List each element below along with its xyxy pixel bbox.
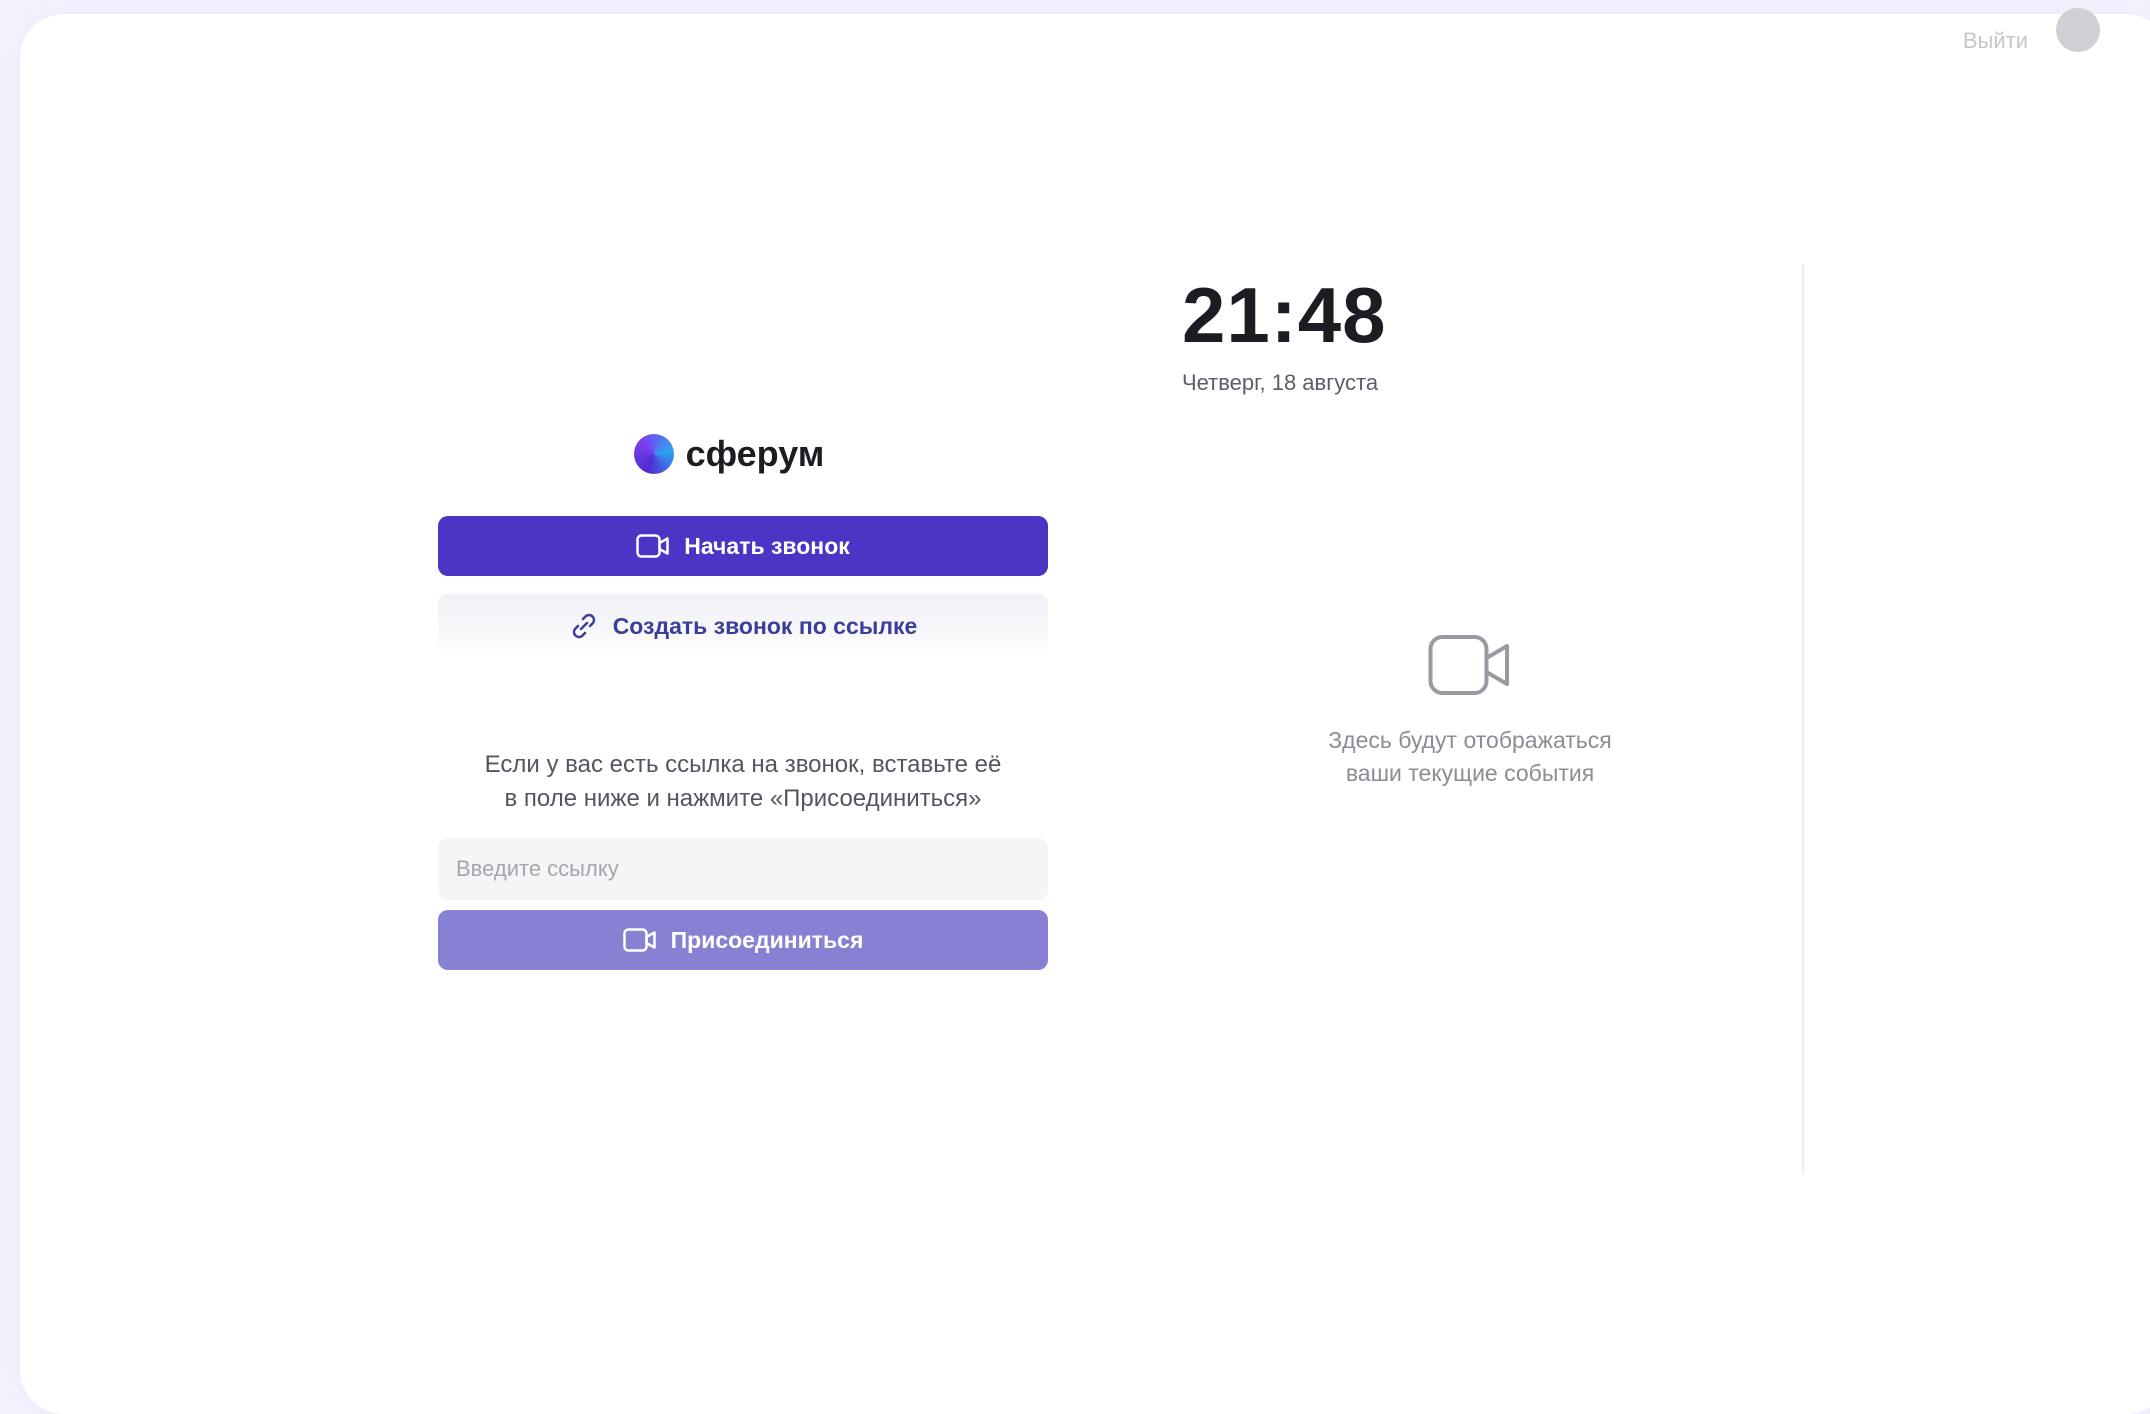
video-camera-icon bbox=[1280, 634, 1660, 696]
start-call-button[interactable]: Начать звонок bbox=[438, 516, 1048, 576]
video-camera-icon bbox=[622, 928, 657, 952]
create-link-call-button[interactable]: Создать звонок по ссылке bbox=[438, 594, 1048, 658]
join-label: Присоединиться bbox=[670, 926, 864, 953]
account-area: Выйти bbox=[1963, 8, 2100, 54]
brand: сферум bbox=[410, 424, 1048, 484]
join-button[interactable]: Присоединиться bbox=[438, 910, 1048, 970]
link-input-wrapper bbox=[438, 838, 1048, 900]
call-panel: сферум Начать звонок Создать звонок по с… bbox=[438, 424, 1048, 970]
clock-date: Четверг, 18 августа bbox=[1182, 370, 1379, 395]
panel-divider bbox=[1802, 264, 1804, 1174]
brand-name: сферум bbox=[685, 433, 825, 474]
events-empty-text: Здесь будут отображаться ваши текущие со… bbox=[1328, 727, 1612, 786]
app-window: Выйти 21:48 Четверг, 18 августа сферум Н… bbox=[20, 8, 2150, 1414]
events-empty-state: Здесь будут отображаться ваши текущие со… bbox=[1280, 634, 1660, 790]
clock-time: 21:48 bbox=[1182, 271, 1387, 359]
start-call-label: Начать звонок bbox=[684, 532, 850, 559]
sferum-logo-icon bbox=[633, 434, 674, 474]
link-icon bbox=[569, 611, 599, 641]
video-camera-icon bbox=[636, 534, 670, 558]
clock-widget: 21:48 Четверг, 18 августа bbox=[1182, 276, 1387, 396]
call-link-input[interactable] bbox=[438, 838, 1048, 900]
join-hint-text: Если у вас есть ссылка на звонок, вставь… bbox=[484, 751, 1002, 812]
create-link-call-label: Создать звонок по ссылке bbox=[612, 612, 918, 639]
avatar[interactable] bbox=[2056, 8, 2100, 52]
logout-link[interactable]: Выйти bbox=[1963, 28, 2028, 54]
